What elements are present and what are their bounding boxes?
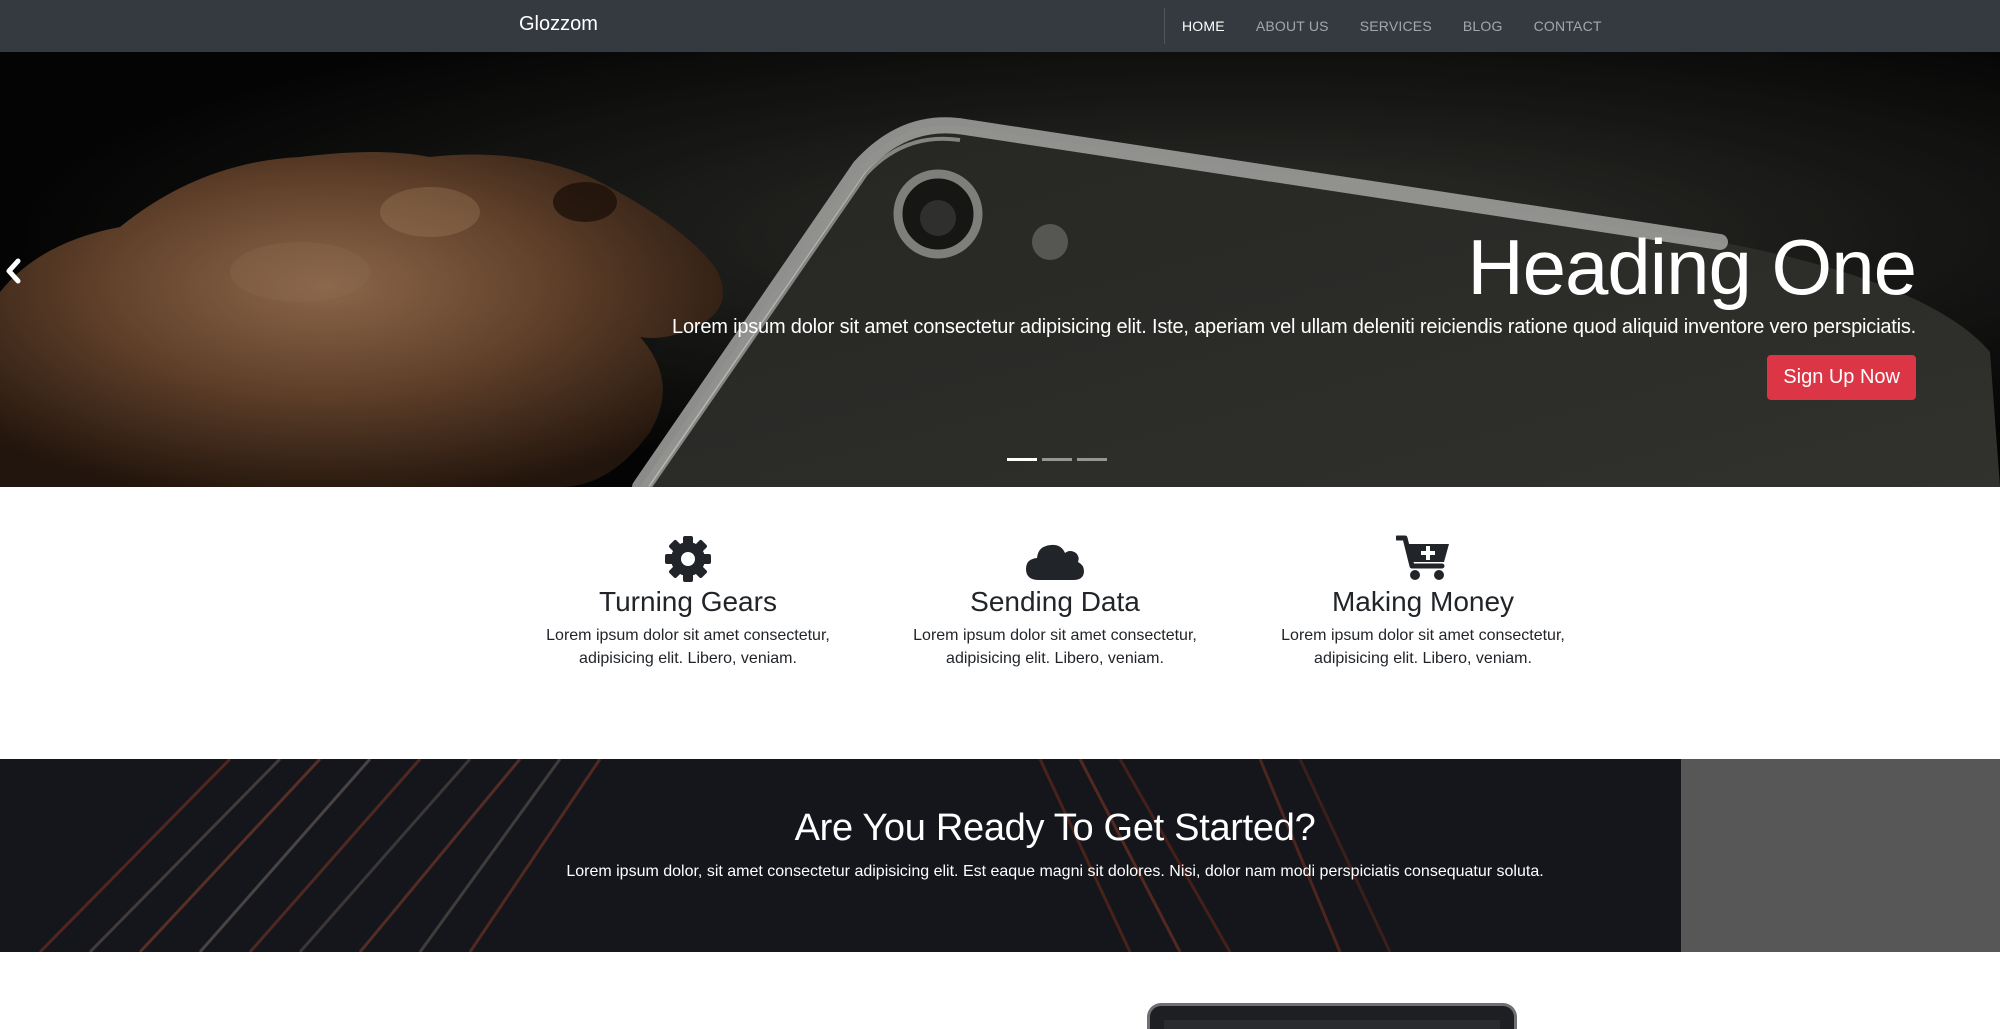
gear-icon: [665, 536, 711, 582]
cta-background-image: [0, 759, 1681, 952]
nav-item-services[interactable]: SERVICES: [1360, 18, 1432, 34]
nav-item-contact[interactable]: CONTACT: [1534, 18, 1602, 34]
cloud-icon: [1026, 544, 1084, 580]
feature-making-money: Making Money Lorem ipsum dolor sit amet …: [1273, 532, 1573, 670]
nav-item-about-us[interactable]: ABOUT US: [1256, 18, 1329, 34]
hero-carousel: Heading One Lorem ipsum dolor sit amet c…: [0, 52, 2000, 487]
bottom-section: [0, 952, 2000, 1029]
feature-sending-data: Sending Data Lorem ipsum dolor sit amet …: [905, 532, 1205, 670]
feature-title: Making Money: [1331, 586, 1515, 617]
feature-title: Sending Data: [970, 586, 1140, 617]
laptop-image: [1147, 1003, 1517, 1029]
feature-turning-gears: Turning Gears Lorem ipsum dolor sit amet…: [538, 532, 838, 670]
nav-item-blog[interactable]: BLOG: [1463, 18, 1503, 34]
carousel-indicator-3[interactable]: [1077, 458, 1107, 461]
cart-plus-icon: [1396, 535, 1449, 580]
cta-title: Are You Ready To Get Started?: [794, 807, 1316, 849]
nav-divider: [1164, 8, 1165, 44]
feature-title: Turning Gears: [599, 586, 777, 617]
cta-section: Are You Ready To Get Started? Lorem ipsu…: [0, 759, 2000, 952]
feature-text: Lorem ipsum dolor sit amet consectetur, a…: [913, 627, 1197, 667]
chevron-left-icon: [6, 258, 21, 284]
carousel-indicator-2[interactable]: [1042, 458, 1072, 461]
carousel-indicator-1[interactable]: [1007, 458, 1037, 461]
brand-logo[interactable]: Glozzom: [519, 13, 598, 36]
feature-text: Lorem ipsum dolor sit amet consectetur, a…: [1281, 627, 1565, 667]
nav-item-home[interactable]: HOME: [1182, 18, 1225, 34]
carousel-indicators: [1007, 458, 1112, 461]
hero-title: Heading One: [1467, 223, 1917, 311]
feature-text: Lorem ipsum dolor sit amet consectetur, a…: [546, 627, 830, 667]
sign-up-button[interactable]: Sign Up Now: [1767, 355, 1916, 400]
laptop-screen: [1164, 1020, 1500, 1029]
nav-menu: HOME ABOUT US SERVICES BLOG CONTACT: [1182, 0, 1633, 52]
cta-text: Lorem ipsum dolor, sit amet consectetur …: [566, 863, 1544, 880]
carousel-prev-control[interactable]: [4, 257, 22, 285]
hero-text: Lorem ipsum dolor sit amet consectetur a…: [672, 316, 1916, 338]
hero-caption: Heading One Lorem ipsum dolor sit amet c…: [672, 222, 1917, 400]
navbar: Glozzom HOME ABOUT US SERVICES BLOG CONT…: [0, 0, 2000, 52]
features-section: Turning Gears Lorem ipsum dolor sit amet…: [0, 487, 2000, 759]
